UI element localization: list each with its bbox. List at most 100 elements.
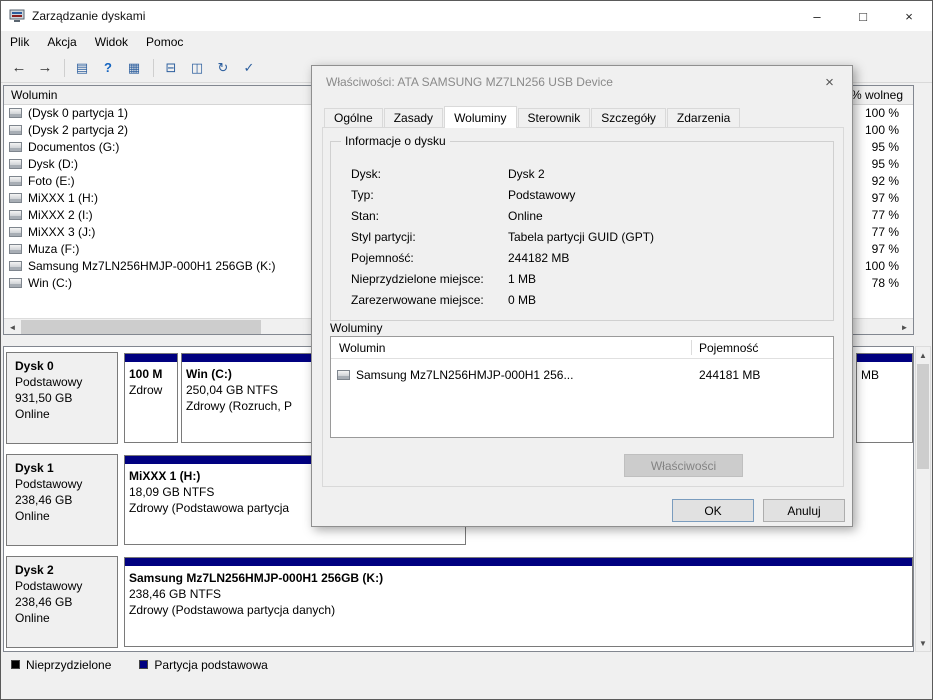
drive-icon: [9, 261, 22, 271]
drive-icon: [9, 176, 22, 186]
vertical-scrollbar[interactable]: ▲ ▼: [915, 346, 931, 652]
volume-free-percent: 92 %: [871, 174, 899, 188]
table-volume-capacity: 244181 MB: [699, 368, 761, 382]
menu-widok[interactable]: Widok: [86, 31, 137, 53]
tab-sterownik[interactable]: Sterownik: [517, 108, 591, 127]
legend-bar: Nieprzydzielone Partycja podstawowa: [3, 655, 914, 674]
drive-icon: [9, 108, 22, 118]
disk-name: Dysk 1: [15, 461, 54, 475]
tab-zdarzenia[interactable]: Zdarzenia: [666, 108, 741, 127]
disk-1-header[interactable]: Dysk 1 Podstawowy 238,46 GB Online: [6, 454, 118, 546]
volume-free-percent: 100 %: [864, 123, 899, 137]
groupbox-title: Informacje o dysku: [341, 134, 450, 148]
tab-szczegoly[interactable]: Szczegóły: [591, 108, 666, 127]
info-value: 0 MB: [508, 293, 537, 307]
properties-button: Właściwości: [624, 454, 743, 477]
volume-table-row[interactable]: Samsung Mz7LN256HMJP-000H1 256... 244181…: [331, 366, 833, 384]
back-icon[interactable]: ←: [7, 57, 31, 79]
info-label: Stan:: [351, 209, 380, 223]
maximize-button[interactable]: □: [840, 1, 886, 31]
help-icon[interactable]: ?: [96, 57, 120, 79]
menu-plik[interactable]: Plik: [1, 31, 38, 53]
drive-icon: [337, 370, 350, 380]
info-value: Podstawowy: [508, 188, 576, 202]
disk-size: 931,50 GB: [15, 391, 73, 405]
disk-type: Podstawowy: [15, 375, 83, 389]
volume-free-percent: 95 %: [871, 157, 899, 171]
scroll-left-icon[interactable]: ◄: [4, 319, 21, 335]
console-window-icon[interactable]: ▦: [122, 57, 146, 79]
partition[interactable]: Win (C:) 250,04 GB NTFS Zdrowy (Rozruch,…: [181, 353, 313, 443]
menu-bar: Plik Akcja Widok Pomoc: [1, 31, 932, 53]
tab-woluminy[interactable]: Woluminy: [444, 106, 517, 128]
disk-name: Dysk 0: [15, 359, 54, 373]
dialog-close-icon[interactable]: ×: [807, 67, 852, 97]
partition[interactable]: MB: [856, 353, 913, 443]
drive-icon: [9, 159, 22, 169]
export-list-icon[interactable]: ⊟: [159, 57, 183, 79]
volume-free-percent: 100 %: [864, 106, 899, 120]
ok-button[interactable]: OK: [672, 499, 754, 522]
partition[interactable]: Samsung Mz7LN256HMJP-000H1 256GB (K:) 23…: [124, 557, 913, 647]
column-header-pojemnosc[interactable]: Pojemność: [699, 337, 758, 359]
cancel-button[interactable]: Anuluj: [763, 499, 845, 522]
partition-size: 250,04 GB NTFS: [186, 383, 279, 397]
scroll-right-icon[interactable]: ►: [896, 319, 913, 335]
column-header-wolumin[interactable]: Wolumin: [331, 341, 385, 355]
tab-ogolne[interactable]: Ogólne: [324, 108, 383, 127]
close-button[interactable]: ×: [886, 1, 932, 31]
disk-management-window: Zarządzanie dyskami – □ × Plik Akcja Wid…: [0, 0, 933, 700]
info-value: Online: [508, 209, 543, 223]
drive-icon: [9, 125, 22, 135]
info-row: Typ: Podstawowy: [351, 185, 825, 206]
disk-icon[interactable]: ◫: [185, 57, 209, 79]
drive-icon: [9, 227, 22, 237]
menu-akcja[interactable]: Akcja: [38, 31, 85, 53]
forward-icon[interactable]: →: [33, 57, 57, 79]
primary-partition-swatch: [139, 660, 149, 669]
volume-name: Muza (F:): [28, 242, 80, 256]
info-value: 244182 MB: [508, 251, 570, 265]
menu-pomoc[interactable]: Pomoc: [137, 31, 192, 53]
scrollbar-thumb[interactable]: [917, 364, 929, 469]
drive-icon: [9, 193, 22, 203]
disk-type: Podstawowy: [15, 579, 83, 593]
info-label: Styl partycji:: [351, 230, 416, 244]
column-header-free-space[interactable]: % wolneg: [851, 86, 907, 105]
column-divider[interactable]: [691, 340, 692, 355]
volumes-section-label: Woluminy: [330, 321, 383, 335]
refresh-icon[interactable]: ↻: [211, 57, 235, 79]
dialog-tabs: Ogólne Zasady Woluminy Sterownik Szczegó…: [324, 106, 741, 128]
window-title: Zarządzanie dyskami: [32, 9, 146, 23]
disk-0-header[interactable]: Dysk 0 Podstawowy 931,50 GB Online: [6, 352, 118, 444]
tab-zasady[interactable]: Zasady: [383, 108, 444, 127]
minimize-button[interactable]: –: [794, 1, 840, 31]
toolbar-separator: [64, 58, 65, 77]
partition-color-band: [125, 558, 912, 566]
disk-size: 238,46 GB: [15, 595, 73, 609]
disk-status: Online: [15, 509, 50, 523]
disk-2-header[interactable]: Dysk 2 Podstawowy 238,46 GB Online: [6, 556, 118, 648]
show-console-tree-icon[interactable]: ▤: [70, 57, 94, 79]
scroll-up-icon[interactable]: ▲: [916, 347, 930, 363]
scrollbar-thumb[interactable]: [21, 320, 261, 334]
volume-free-percent: 77 %: [871, 208, 899, 222]
info-row: Nieprzydzielone miejsce: 1 MB: [351, 269, 825, 290]
legend-label: Nieprzydzielone: [26, 657, 112, 672]
partition-label: 100 M: [129, 367, 163, 381]
info-row: Pojemność: 244182 MB: [351, 248, 825, 269]
check-icon[interactable]: ✓: [237, 57, 261, 79]
info-row: Zarezerwowane miejsce: 0 MB: [351, 290, 825, 311]
volume-name: Dysk (D:): [28, 157, 78, 171]
partition[interactable]: 100 M Zdrow: [124, 353, 178, 443]
partition-size: Zdrow: [129, 383, 163, 397]
disk-row-2: Dysk 2 Podstawowy 238,46 GB Online Samsu…: [6, 556, 913, 648]
partition-color-band: [857, 354, 912, 362]
dialog-title-bar: Właściwości: ATA SAMSUNG MZ7LN256 USB De…: [312, 66, 852, 99]
info-label: Pojemność:: [351, 251, 414, 265]
volume-name: (Dysk 2 partycja 2): [28, 123, 129, 137]
scroll-down-icon[interactable]: ▼: [916, 635, 930, 651]
info-value: 1 MB: [508, 272, 537, 286]
drive-icon: [9, 210, 22, 220]
column-header-volume[interactable]: Wolumin: [4, 88, 57, 102]
